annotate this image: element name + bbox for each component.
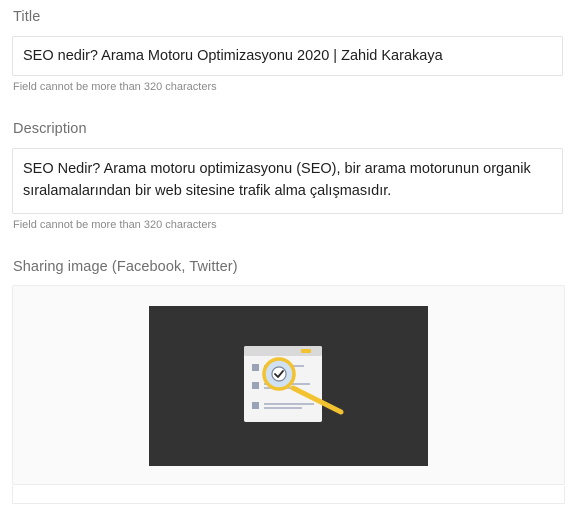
seo-magnifier-checklist-icon — [244, 346, 344, 422]
sharing-image-label: Sharing image (Facebook, Twitter) — [13, 259, 238, 275]
description-label: Description — [13, 121, 87, 137]
sharing-image-footer — [12, 486, 565, 504]
title-field[interactable]: SEO nedir? Arama Motoru Optimizasyonu 20… — [12, 36, 563, 76]
sharing-image-dropzone[interactable] — [12, 285, 565, 485]
description-helper-text: Field cannot be more than 320 characters — [13, 219, 217, 231]
sharing-image-preview[interactable] — [149, 306, 428, 466]
description-field[interactable]: SEO Nedir? Arama motoru optimizasyonu (S… — [12, 148, 563, 214]
title-helper-text: Field cannot be more than 320 characters — [13, 81, 217, 93]
title-label: Title — [13, 9, 41, 25]
